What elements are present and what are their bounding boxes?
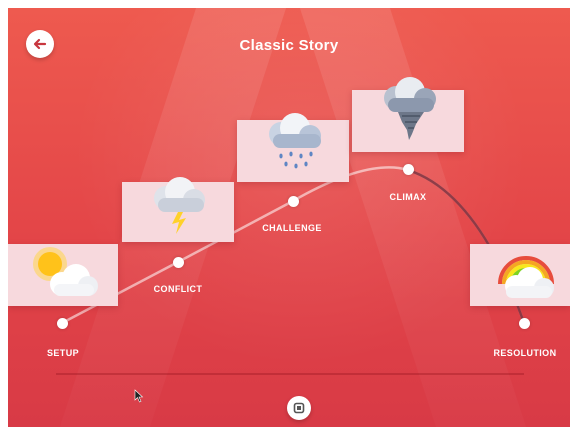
stage-node-climax[interactable] — [403, 164, 414, 175]
sun-behind-cloud-icon — [26, 246, 104, 302]
rainbow-cloud-icon — [486, 236, 566, 302]
stage-node-challenge[interactable] — [288, 196, 299, 207]
divider — [56, 373, 524, 375]
stage-card-challenge[interactable] — [237, 113, 349, 182]
bottom-action-button[interactable] — [287, 396, 311, 420]
stage-label-conflict: CONFLICT — [153, 284, 203, 294]
stage-card-setup[interactable] — [8, 244, 118, 306]
stage-label-setup: SETUP — [46, 348, 79, 358]
stage-label-climax: CLIMAX — [389, 192, 427, 202]
stage-label-resolution: RESOLUTION — [493, 348, 557, 358]
stage-card-conflict[interactable] — [122, 177, 234, 242]
cloud-lightning-icon — [142, 170, 214, 236]
story-screen: Classic Story SETUP CONFLICT CHALLENGE C… — [8, 8, 570, 427]
cloud-rain-icon — [257, 106, 331, 176]
square-stop-icon — [293, 402, 305, 414]
stage-label-challenge: CHALLENGE — [262, 223, 322, 233]
mouse-cursor-icon — [134, 389, 144, 403]
stage-card-resolution[interactable] — [470, 244, 570, 306]
stage-node-resolution[interactable] — [519, 318, 530, 329]
stage-card-climax[interactable] — [352, 77, 464, 152]
story-arc — [61, 166, 526, 325]
tornado-cloud-icon — [374, 68, 446, 152]
stage-node-conflict[interactable] — [173, 257, 184, 268]
stage-node-setup[interactable] — [57, 318, 68, 329]
